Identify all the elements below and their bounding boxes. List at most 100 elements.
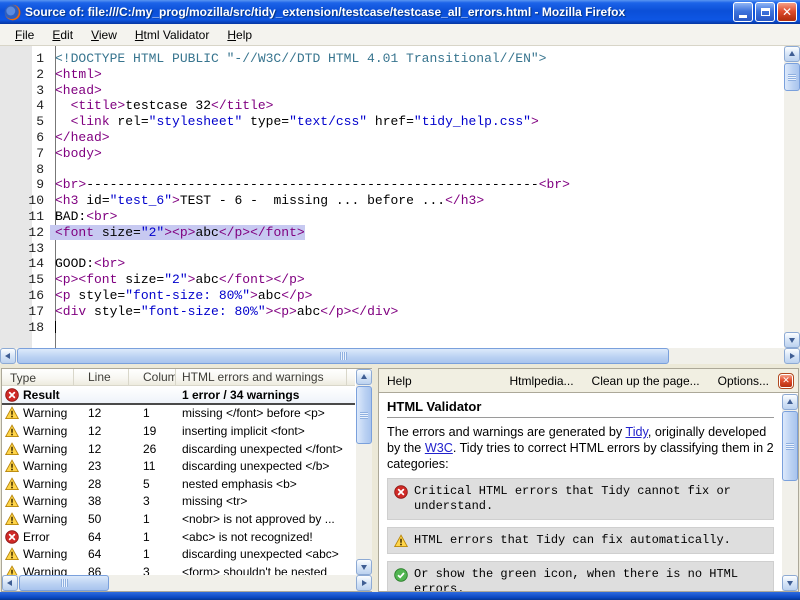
link-w3c[interactable]: W3C [425, 441, 453, 455]
menu-file[interactable]: File [6, 26, 43, 44]
column-header-html-errors-and-warnings[interactable]: HTML errors and warnings [176, 369, 347, 385]
issue-row[interactable]: Warning1226discarding unexpected </font> [2, 440, 355, 458]
code-text: GOOD:<br> [50, 256, 125, 271]
column-header-column[interactable]: Column [129, 369, 176, 385]
issue-row[interactable]: Warning285nested emphasis <b> [2, 475, 355, 493]
scroll-left-button[interactable] [0, 348, 16, 364]
line-number: 11 [0, 209, 50, 224]
scroll-up-button[interactable] [782, 394, 798, 410]
close-button[interactable]: ✕ [777, 2, 797, 22]
scroll-down-button[interactable] [784, 332, 800, 348]
issues-horizontal-scrollbar[interactable] [2, 575, 372, 591]
scroll-right-button[interactable] [356, 575, 372, 591]
close-icon: ✕ [782, 6, 792, 18]
close-icon: ✕ [782, 376, 790, 386]
restore-button[interactable] [755, 2, 775, 22]
scrollbar-thumb[interactable] [19, 575, 109, 591]
warning-icon [5, 459, 19, 473]
minimize-icon [739, 15, 747, 18]
scrollbar-thumb[interactable] [17, 348, 669, 364]
button-options[interactable]: Options... [718, 374, 769, 388]
column-cell: 5 [129, 477, 176, 491]
intro-text: The errors and warnings are generated by [387, 425, 626, 439]
code-text: </head> [50, 130, 110, 145]
issue-row[interactable]: Warning121missing </font> before <p> [2, 405, 355, 423]
issue-row[interactable]: Warning383missing <tr> [2, 493, 355, 511]
link-tidy[interactable]: Tidy [626, 425, 648, 439]
arrow-left-icon [2, 353, 10, 359]
column-cell: 1 [129, 406, 176, 420]
code-text: BAD:<br> [50, 209, 117, 224]
button-htmlpedia[interactable]: Htmlpedia... [510, 374, 574, 388]
category-list: Critical HTML errors that Tidy cannot fi… [387, 478, 774, 591]
warning-icon [5, 477, 19, 491]
line-number: 6 [0, 130, 50, 145]
code-line: 16<p style="font-size: 80%">abc</p> [0, 288, 784, 304]
scroll-right-button[interactable] [784, 348, 800, 364]
code-text: <html> [50, 67, 102, 82]
firefox-logo-icon [4, 4, 21, 21]
code-line: 1<!DOCTYPE HTML PUBLIC "-//W3C//DTD HTML… [0, 51, 784, 67]
category-error: Critical HTML errors that Tidy cannot fi… [387, 478, 774, 520]
scroll-down-button[interactable] [782, 575, 798, 591]
panel-close-button[interactable]: ✕ [779, 374, 793, 388]
scroll-up-button[interactable] [784, 46, 800, 62]
code-text: <p><font size="2">abc</font></p> [50, 272, 305, 287]
scrollbar-thumb[interactable] [784, 63, 800, 91]
warning-icon [5, 547, 19, 561]
menu-edit[interactable]: Edit [43, 26, 82, 44]
result-row[interactable]: Result1 error / 34 warnings [2, 387, 355, 405]
issue-row[interactable]: Warning2311discarding unexpected </b> [2, 457, 355, 475]
scroll-down-button[interactable] [356, 559, 372, 575]
arrow-right-icon [790, 353, 798, 359]
line-cell: 38 [74, 494, 129, 508]
menu-view[interactable]: View [82, 26, 126, 44]
type-cell: Warning [2, 459, 74, 473]
warning-icon [5, 512, 19, 526]
line-number: 10 [0, 193, 50, 208]
error-icon [5, 530, 19, 544]
line-number: 18 [0, 320, 50, 335]
source-vertical-scrollbar[interactable] [784, 46, 800, 348]
thumb-grip [360, 412, 368, 419]
type-cell: Warning [2, 547, 74, 561]
code-text: <div style="font-size: 80%"><p>abc</p></… [50, 304, 398, 319]
minimize-button[interactable] [733, 2, 753, 22]
source-horizontal-scrollbar[interactable] [0, 348, 800, 364]
type-cell: Warning [2, 494, 74, 508]
issue-row[interactable]: Error641<abc> is not recognized! [2, 528, 355, 546]
error-icon [5, 388, 19, 402]
scrollbar-thumb[interactable] [356, 386, 372, 444]
code-text: <link rel="stylesheet" type="text/css" h… [50, 114, 539, 129]
warning-icon [394, 534, 408, 548]
column-cell: 26 [129, 442, 176, 456]
issues-vertical-scrollbar[interactable] [356, 369, 372, 575]
line-number: 13 [0, 241, 50, 256]
code-line: 13 [0, 241, 784, 257]
scroll-up-button[interactable] [356, 369, 372, 385]
message-cell: <nobr> is not approved by ... [176, 512, 347, 526]
code-line: 2<html> [0, 67, 784, 83]
line-number: 14 [0, 256, 50, 271]
category-text: HTML errors that Tidy can fix automatica… [414, 533, 731, 548]
column-cell: 1 [129, 547, 176, 561]
issue-header: TypeLineColumnHTML errors and warnings [2, 369, 355, 386]
issue-row[interactable]: Warning1219inserting implicit <font> [2, 422, 355, 440]
scroll-left-button[interactable] [2, 575, 18, 591]
column-header-line[interactable]: Line [74, 369, 129, 385]
menu-help[interactable]: Help [218, 26, 261, 44]
button-clean-up-the-page[interactable]: Clean up the page... [592, 374, 700, 388]
scrollbar-thumb[interactable] [782, 411, 798, 481]
code-text: <br>------------------------------------… [50, 177, 570, 192]
message-cell: missing <tr> [176, 494, 347, 508]
issue-row[interactable]: Warning641discarding unexpected <abc> [2, 545, 355, 563]
issue-row[interactable]: Warning501<nobr> is not approved by ... [2, 510, 355, 528]
column-header-type[interactable]: Type [2, 369, 74, 385]
validator-vertical-scrollbar[interactable] [782, 394, 798, 591]
column-cell: 1 [129, 530, 176, 544]
menu-html-validator[interactable]: Html Validator [126, 26, 218, 44]
thumb-grip [786, 443, 794, 450]
code-text [50, 162, 55, 177]
arrow-up-icon [789, 48, 795, 56]
line-number: 9 [0, 177, 50, 192]
